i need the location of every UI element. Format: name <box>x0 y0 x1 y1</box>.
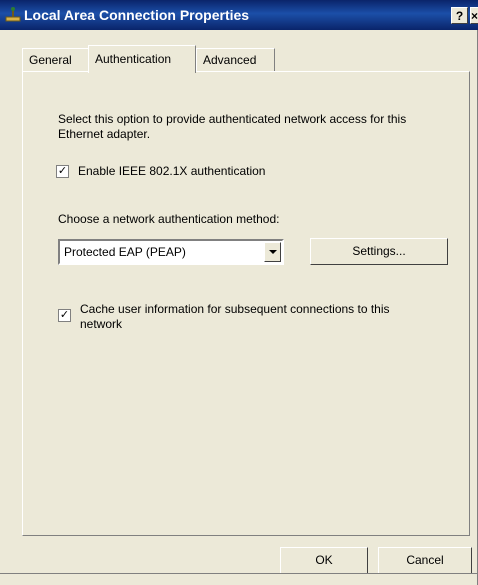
ok-button[interactable]: OK <box>280 547 368 574</box>
tab-authentication[interactable]: Authentication <box>88 45 196 73</box>
tab-label: Advanced <box>203 53 257 67</box>
cancel-button[interactable]: Cancel <box>378 547 472 574</box>
method-label: Choose a network authentication method: <box>58 212 280 226</box>
checkmark-icon: ✓ <box>57 165 68 177</box>
auth-method-value: Protected EAP (PEAP) <box>64 245 186 259</box>
checkmark-icon: ✓ <box>59 309 70 321</box>
close-button[interactable]: × <box>470 7 478 24</box>
tab-label: General <box>29 53 72 67</box>
ok-button-label: OK <box>315 553 333 567</box>
auth-method-select[interactable]: Protected EAP (PEAP) <box>58 239 284 265</box>
settings-button-label: Settings... <box>352 244 406 258</box>
footer-divider <box>0 573 478 574</box>
enable-8021x-label[interactable]: Enable IEEE 802.1X authentication <box>78 164 265 178</box>
tab-label: Authentication <box>95 52 172 66</box>
help-icon: ? <box>455 9 464 23</box>
help-button[interactable]: ? <box>451 7 468 24</box>
tab-general[interactable]: General <box>22 48 90 71</box>
close-icon: × <box>471 9 478 23</box>
cancel-button-label: Cancel <box>406 553 444 567</box>
settings-button[interactable]: Settings... <box>310 238 448 265</box>
cache-user-info-label[interactable]: Cache user information for subsequent co… <box>80 302 420 332</box>
authentication-description: Select this option to provide authentica… <box>58 112 407 141</box>
tab-advanced[interactable]: Advanced <box>196 48 275 71</box>
dialog-window: Local Area Connection Properties ? × Gen… <box>0 0 478 585</box>
network-connection-icon <box>4 6 22 24</box>
title-bar[interactable]: Local Area Connection Properties ? × <box>0 0 478 30</box>
cache-user-info-checkbox[interactable]: ✓ <box>58 309 71 322</box>
chevron-down-icon[interactable] <box>264 242 281 262</box>
window-title: Local Area Connection Properties <box>24 7 250 23</box>
enable-8021x-checkbox[interactable]: ✓ <box>56 165 69 178</box>
